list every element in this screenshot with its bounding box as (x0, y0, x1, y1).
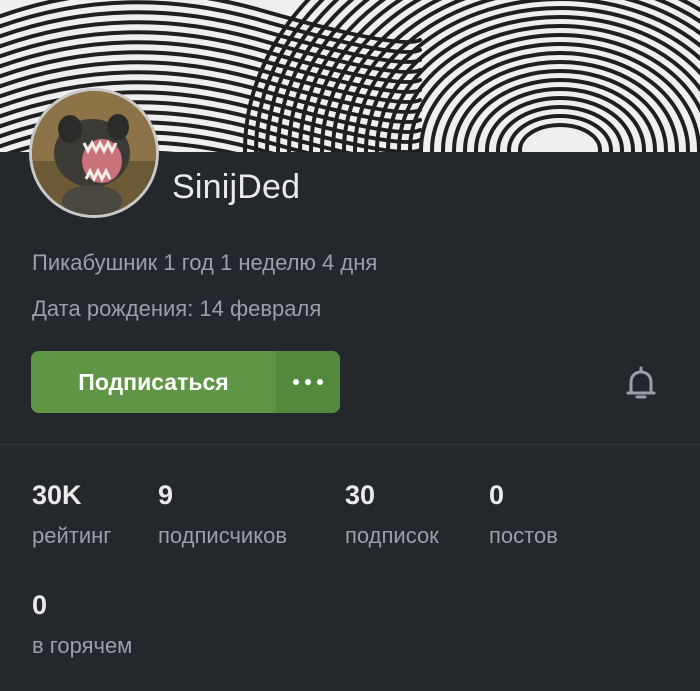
stat-hot[interactable]: 0 в горячем (32, 590, 132, 659)
bell-icon (626, 366, 656, 399)
stat-value: 0 (489, 480, 505, 510)
stat-posts[interactable]: 0 постов (489, 480, 558, 549)
member-duration: Пикабушник 1 год 1 неделю 4 дня (32, 250, 378, 275)
more-options-button[interactable] (276, 351, 340, 413)
stat-value: 30 (345, 480, 376, 510)
stat-label: подписок (345, 523, 439, 548)
stat-value: 9 (158, 480, 174, 510)
subscribe-button-group: Подписаться (31, 351, 340, 413)
username: SinijDed (172, 168, 301, 206)
more-dots-icon (305, 379, 311, 385)
stat-value: 30K (32, 480, 82, 510)
notifications-button[interactable] (624, 366, 658, 402)
more-dots-icon (317, 379, 323, 385)
profile-page: SinijDed Пикабушник 1 год 1 неделю 4 дня… (0, 0, 700, 691)
subscribe-button[interactable]: Подписаться (31, 351, 276, 413)
stat-label: рейтинг (32, 523, 112, 548)
stat-label: постов (489, 523, 558, 548)
more-dots-icon (293, 379, 299, 385)
avatar-image (32, 91, 156, 215)
stat-value: 0 (32, 590, 48, 620)
avatar[interactable] (29, 88, 159, 218)
stat-subscriptions[interactable]: 30 подписок (345, 480, 439, 549)
section-divider (0, 444, 700, 445)
stat-label: подписчиков (158, 523, 288, 548)
stat-followers[interactable]: 9 подписчиков (158, 480, 287, 549)
stat-rating[interactable]: 30K рейтинг (32, 480, 111, 549)
birthday: Дата рождения: 14 февраля (32, 296, 322, 321)
stat-label: в горячем (32, 633, 133, 658)
